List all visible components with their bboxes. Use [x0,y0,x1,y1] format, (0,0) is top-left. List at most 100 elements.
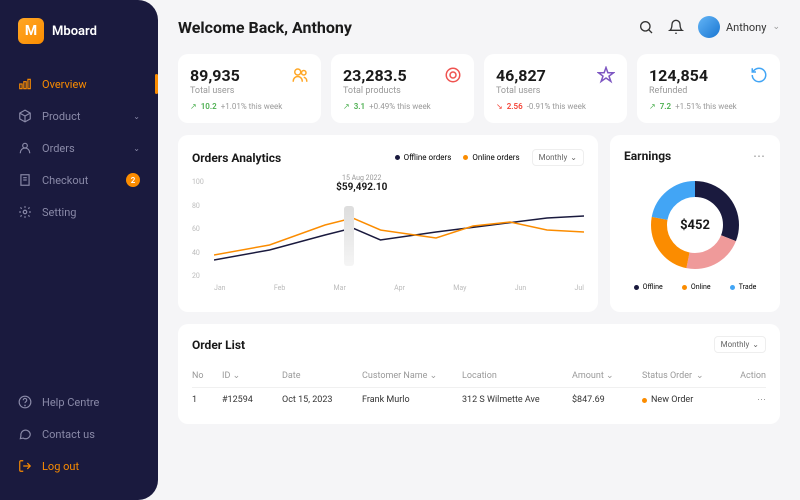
legend-label: Online orders [472,153,519,162]
card-header: Orders Analytics Offline orders Online o… [192,149,584,166]
badge: 2 [126,173,140,187]
col-id[interactable]: ID ⌄ [222,371,282,381]
stat-label: Total users [190,86,309,96]
col-label: Status Order [642,371,692,381]
card-header: Order List Monthly⌄ [192,336,766,353]
cell-amt: $847.69 [572,395,642,405]
gear-icon [18,205,32,219]
order-controls: Monthly⌄ [714,336,766,353]
users-icon [291,66,309,84]
more-icon[interactable]: ⋯ [753,149,766,163]
cell-no: 1 [192,395,222,405]
nav-main: Overview Product ⌄ Orders ⌄ Checkout 2 S… [0,68,158,386]
sidebar-item-help[interactable]: Help Centre [0,386,158,418]
y-tick: 100 [192,178,204,186]
bell-icon[interactable] [668,19,684,35]
stat-label: Total products [343,86,462,96]
arrow-up-icon: ↗ [190,102,197,111]
col-date: Date [282,371,362,381]
logout-icon [18,459,32,473]
nav-label: Contact us [42,428,140,441]
tooltip-date: 15 Aug 2022 [336,174,387,182]
y-tick: 40 [192,249,204,257]
x-tick: Jul [575,284,584,292]
nav-bottom: Help Centre Contact us Log out [0,386,158,482]
dot-icon [463,155,468,160]
col-label: Amount [572,371,604,381]
chevron-down-icon: ⌄ [752,340,759,349]
legend: Offline orders Online orders Monthly⌄ [395,149,584,166]
legend-label: Offline orders [404,153,452,162]
period-dropdown[interactable]: Monthly⌄ [532,149,584,166]
user-menu[interactable]: Anthony ⌄ [698,16,780,38]
col-label: Customer Name [362,371,427,381]
x-tick: Feb [274,284,285,292]
col-amt[interactable]: Amount ⌄ [572,371,642,381]
arrow-up-icon: ↗ [343,102,350,111]
nav-label: Product [42,110,123,123]
arrow-up-icon: ↗ [649,102,656,111]
donut-chart: $452 [624,175,766,275]
sidebar-item-product[interactable]: Product ⌄ [0,100,158,132]
stat-card: 124,854 Refunded ↗7.2+1.51% this week [637,54,780,123]
chart-highlight-bar [344,206,354,266]
period-dropdown[interactable]: Monthly⌄ [714,336,766,353]
stat-card: 23,283.5 Total products ↗3.1+0.49% this … [331,54,474,123]
logo-icon: M [18,18,44,44]
stat-pct: +1.01% this week [221,102,283,111]
stat-pct: +1.51% this week [675,102,737,111]
x-axis: Jan Feb Mar Apr May Jun Jul [214,284,584,292]
search-icon[interactable] [638,19,654,35]
legend-item: Trade [730,283,757,291]
col-status[interactable]: Status Order ⌄ [642,371,722,381]
sidebar-item-logout[interactable]: Log out [0,450,158,482]
card-title: Order List [192,338,245,352]
sidebar-item-orders[interactable]: Orders ⌄ [0,132,158,164]
legend-offline: Offline orders [395,153,452,162]
col-name[interactable]: Customer Name ⌄ [362,371,462,381]
nav-label: Setting [42,206,140,219]
stat-delta: 2.56 [507,102,523,111]
legend-label: Trade [739,283,757,291]
cell-status: New Order [642,395,722,405]
dropdown-label: Monthly [721,340,750,349]
main: Welcome Back, Anthony Anthony ⌄ 89,935 T… [158,0,800,500]
nav-label: Orders [42,142,123,155]
stat-label: Total users [496,86,615,96]
row-action[interactable]: ⋯ [722,395,766,405]
order-list-card: Order List Monthly⌄ No ID ⌄ Date Custome… [178,324,780,424]
legend-item: Online [682,283,711,291]
chart-area: 15 Aug 2022 $59,492.10 [214,178,584,280]
chevron-down-icon: ⌄ [133,144,140,153]
user-icon [18,141,32,155]
dot-icon [730,285,735,290]
table-row[interactable]: 1 #12594 Oct 15, 2023 Frank Murlo 312 S … [192,388,766,412]
nav-label: Help Centre [42,396,140,409]
legend-label: Offline [643,283,663,291]
y-tick: 20 [192,272,204,280]
stat-change: ↗10.2+1.01% this week [190,102,309,111]
sidebar-item-setting[interactable]: Setting [0,196,158,228]
sidebar-item-overview[interactable]: Overview [0,68,158,100]
nav-label: Overview [42,78,140,91]
logo[interactable]: M Mboard [0,18,158,44]
sidebar-item-contact[interactable]: Contact us [0,418,158,450]
x-tick: Mar [334,284,346,292]
chevron-down-icon: ⌄ [133,112,140,121]
col-no: No [192,371,222,381]
x-tick: Jun [515,284,527,292]
dot-icon [634,285,639,290]
stat-pct: +0.49% this week [369,102,431,111]
logo-text: Mboard [52,24,97,39]
dot-icon [395,155,400,160]
arrow-down-icon: ↘ [496,102,503,111]
card-title: Orders Analytics [192,151,281,165]
chevron-down-icon: ⌄ [772,22,780,32]
stat-label: Refunded [649,86,768,96]
status-label: New Order [651,395,693,405]
earnings-legend: Offline Online Trade [624,283,766,291]
stat-change: ↗7.2+1.51% this week [649,102,768,111]
chat-icon [18,427,32,441]
order-table: No ID ⌄ Date Customer Name ⌄ Location Am… [192,365,766,412]
sidebar-item-checkout[interactable]: Checkout 2 [0,164,158,196]
